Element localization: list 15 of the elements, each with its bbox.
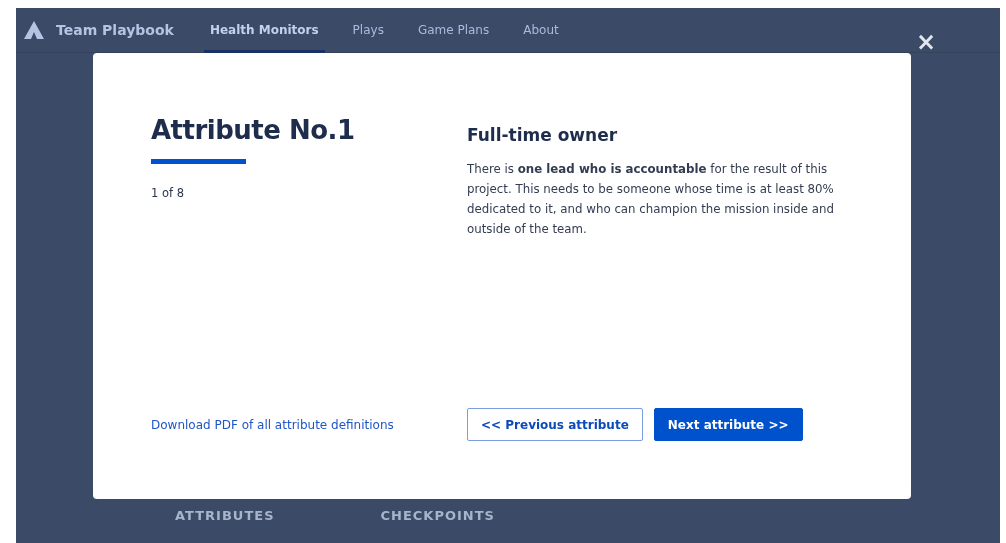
nav-tab[interactable]: About [517,7,565,53]
section-tab[interactable]: CHECKPOINTS [380,508,495,523]
logo-icon [24,21,44,39]
modal-title: Attribute No.1 [151,115,356,145]
attribute-description: There is one lead who is accountable for the result of this project. This needs to be someone whose time is at least 80% dedicated to it, and who can champion the mission inside and outside of the team. [467,161,835,238]
download-link[interactable]: Download PDF of all attribute definitions [151,417,467,432]
section-tab[interactable]: ATTRIBUTES [175,508,275,523]
brand-name[interactable]: Team Playbook [56,22,174,38]
next-button[interactable]: Next attribute >> [653,408,803,441]
attribute-heading: Full-time owner [467,125,619,145]
close-button[interactable]: × [916,30,937,54]
previous-button[interactable]: << Previous attribute [467,408,643,441]
page-counter: 1 of 8 [151,186,186,200]
nav-tab[interactable]: Plays [346,7,390,53]
nav-tab[interactable]: Game Plans [411,7,496,53]
